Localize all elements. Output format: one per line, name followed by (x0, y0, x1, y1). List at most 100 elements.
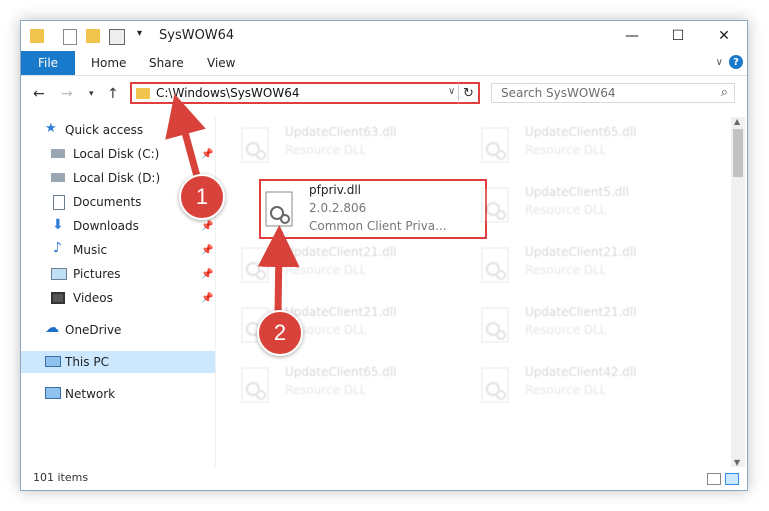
list-item[interactable]: UpdateClient5.dll Resource DLL (475, 181, 705, 237)
sidebar-item-music[interactable]: ♪ Music 📌 (21, 239, 215, 261)
title-bar: ▾ SysWOW64 — ☐ ✕ (21, 21, 747, 51)
address-bar[interactable]: C:\Windows\SysWOW64 ∨ (130, 82, 480, 104)
pin-icon[interactable]: 📌 (201, 269, 213, 280)
list-item[interactable]: UpdateClient21.dll Resource DLL (475, 301, 705, 357)
properties-icon[interactable] (63, 29, 77, 45)
list-item[interactable]: UpdateClient65.dll Resource DLL (235, 361, 465, 417)
file-name: pfpriv.dll (309, 183, 361, 197)
dll-file-icon (481, 307, 511, 343)
scroll-thumb[interactable] (733, 129, 743, 177)
tab-home[interactable]: Home (91, 56, 126, 70)
list-item[interactable]: UpdateClient42.dll Resource DLL (475, 361, 705, 417)
file-name: UpdateClient65.dll (285, 365, 397, 379)
sidebar-item-label: Downloads (73, 219, 139, 233)
tiles-view-icon[interactable] (725, 473, 739, 485)
expand-ribbon-icon[interactable]: ∨ (716, 57, 723, 68)
back-arrow-icon[interactable]: ← (33, 86, 45, 102)
maximize-button[interactable]: ☐ (655, 21, 701, 51)
search-input[interactable]: Search SysWOW64 ⌕ (491, 83, 735, 103)
dll-file-icon (241, 367, 271, 403)
tab-file[interactable]: File (21, 51, 75, 75)
details-view-icon[interactable] (707, 473, 721, 485)
dll-file-icon (481, 247, 511, 283)
dll-file-icon (481, 127, 511, 163)
dll-file-icon (481, 187, 511, 223)
file-type: Resource DLL (285, 143, 367, 157)
download-arrow-icon: ⬇ (52, 217, 64, 233)
minimize-button[interactable]: — (609, 21, 655, 51)
file-type: Resource DLL (525, 263, 607, 277)
sidebar-item-label: Pictures (73, 267, 121, 281)
sidebar-item-videos[interactable]: Videos 📌 (21, 287, 215, 309)
file-type: Resource DLL (525, 383, 607, 397)
sidebar-item-this-pc[interactable]: This PC (21, 351, 215, 373)
pin-icon[interactable]: 📌 (201, 245, 213, 256)
file-type: Resource DLL (285, 383, 367, 397)
list-item[interactable]: UpdateClient65.dll Resource DLL (475, 121, 705, 177)
search-icon[interactable]: ⌕ (721, 85, 728, 100)
file-name: UpdateClient21.dll (285, 305, 397, 319)
sidebar-item-label: Local Disk (D:) (73, 171, 161, 185)
sidebar-item-downloads[interactable]: ⬇ Downloads 📌 (21, 215, 215, 237)
pin-icon[interactable]: 📌 (201, 293, 213, 304)
help-icon[interactable]: ? (729, 55, 743, 69)
tab-share[interactable]: Share (149, 56, 184, 70)
recent-locations-icon[interactable]: ▾ (89, 89, 94, 99)
drive-icon (51, 149, 65, 158)
sidebar-item-label: Music (73, 243, 108, 257)
sidebar-item-network[interactable]: Network (21, 383, 215, 405)
file-type: Resource DLL (525, 203, 607, 217)
chevron-down-icon[interactable]: ∨ (448, 86, 455, 97)
pane-divider[interactable] (215, 117, 216, 467)
new-folder-icon[interactable] (86, 29, 100, 43)
list-item[interactable]: UpdateClient21.dll Resource DLL (235, 241, 465, 297)
file-type: Resource DLL (285, 263, 367, 277)
dll-file-icon (265, 191, 295, 227)
document-icon (53, 195, 65, 210)
step-badge-1: 1 (179, 174, 225, 220)
window-title: SysWOW64 (159, 28, 235, 43)
sidebar-item-label: Local Disk (C:) (73, 147, 160, 161)
up-arrow-icon[interactable]: ↑ (107, 86, 119, 102)
highlighted-file-pfpriv[interactable]: pfpriv.dll 2.0.2.806 Common Client Priva… (259, 179, 487, 239)
address-path[interactable]: C:\Windows\SysWOW64 (156, 86, 300, 100)
sidebar-item-label: Documents (73, 195, 142, 209)
drive-icon (51, 173, 65, 182)
sidebar-item-local-disk-c[interactable]: Local Disk (C:) 📌 (21, 143, 215, 165)
folder-icon (30, 29, 44, 43)
customize-toolbar-icon[interactable] (109, 29, 125, 45)
vertical-scrollbar[interactable]: ▲ ▼ (731, 117, 745, 467)
sidebar-item-onedrive[interactable]: ☁ OneDrive (21, 319, 215, 341)
star-icon: ★ (45, 121, 57, 136)
film-icon (51, 292, 65, 304)
chevron-down-icon[interactable]: ▾ (137, 28, 142, 39)
list-item[interactable]: UpdateClient21.dll Resource DLL (475, 241, 705, 297)
pin-icon[interactable]: 📌 (201, 221, 213, 232)
ribbon-tabs: File Home Share View ∨ ? (21, 51, 747, 76)
cloud-icon: ☁ (45, 320, 59, 336)
refresh-button[interactable]: ↻ (458, 82, 480, 104)
music-note-icon: ♪ (53, 240, 62, 256)
pin-icon[interactable]: 📌 (201, 149, 213, 160)
forward-arrow-icon[interactable]: → (61, 86, 73, 102)
item-count: 101 items (33, 471, 89, 484)
step-badge-2: 2 (257, 310, 303, 356)
dll-file-icon (241, 247, 271, 283)
scroll-up-icon[interactable]: ▲ (734, 117, 740, 126)
file-name: UpdateClient63.dll (285, 125, 397, 139)
list-item[interactable]: UpdateClient63.dll Resource DLL (235, 121, 465, 177)
file-name: UpdateClient21.dll (285, 245, 397, 259)
dll-file-icon (241, 127, 271, 163)
computer-icon (45, 356, 61, 367)
scroll-down-icon[interactable]: ▼ (734, 458, 740, 467)
sidebar-item-pictures[interactable]: Pictures 📌 (21, 263, 215, 285)
sidebar-item-quick-access[interactable]: ★ Quick access (21, 119, 215, 141)
picture-icon (51, 268, 67, 280)
file-description: Common Client Priva... (309, 219, 447, 233)
dll-file-icon (481, 367, 511, 403)
file-type: Resource DLL (525, 323, 607, 337)
file-name: UpdateClient21.dll (525, 245, 637, 259)
close-button[interactable]: ✕ (701, 21, 747, 51)
tab-view[interactable]: View (207, 56, 235, 70)
sidebar-item-label: This PC (65, 355, 109, 369)
